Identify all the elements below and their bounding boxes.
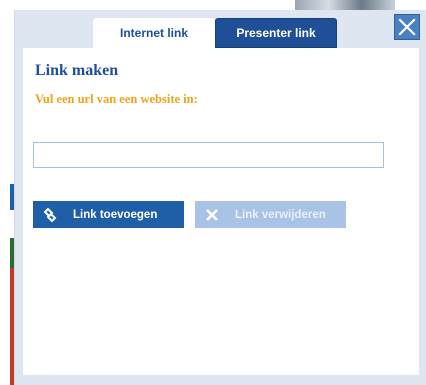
tab-internet-link[interactable]: Internet link	[93, 18, 215, 48]
panel-title: Link maken	[35, 62, 119, 79]
link-dialog: Internet link Presenter link Link maken …	[14, 10, 426, 385]
tab-presenter-link[interactable]: Presenter link	[215, 18, 337, 48]
link-icon	[33, 207, 67, 223]
tab-presenter-link-label: Presenter link	[236, 26, 316, 40]
url-input[interactable]	[33, 142, 384, 168]
tab-internet-link-label: Internet link	[119, 26, 188, 40]
close-button[interactable]	[394, 14, 420, 40]
url-instruction: Vul een url van een website in:	[35, 92, 198, 106]
x-icon	[195, 208, 229, 222]
close-icon	[398, 18, 416, 36]
remove-link-button[interactable]: Link verwijderen	[195, 201, 346, 228]
remove-link-label: Link verwijderen	[235, 208, 326, 221]
add-link-button[interactable]: Link toevoegen	[33, 201, 184, 228]
link-panel: Link maken Vul een url van een website i…	[23, 48, 419, 375]
add-link-label: Link toevoegen	[73, 208, 158, 221]
background-thumbnail	[295, 0, 395, 10]
